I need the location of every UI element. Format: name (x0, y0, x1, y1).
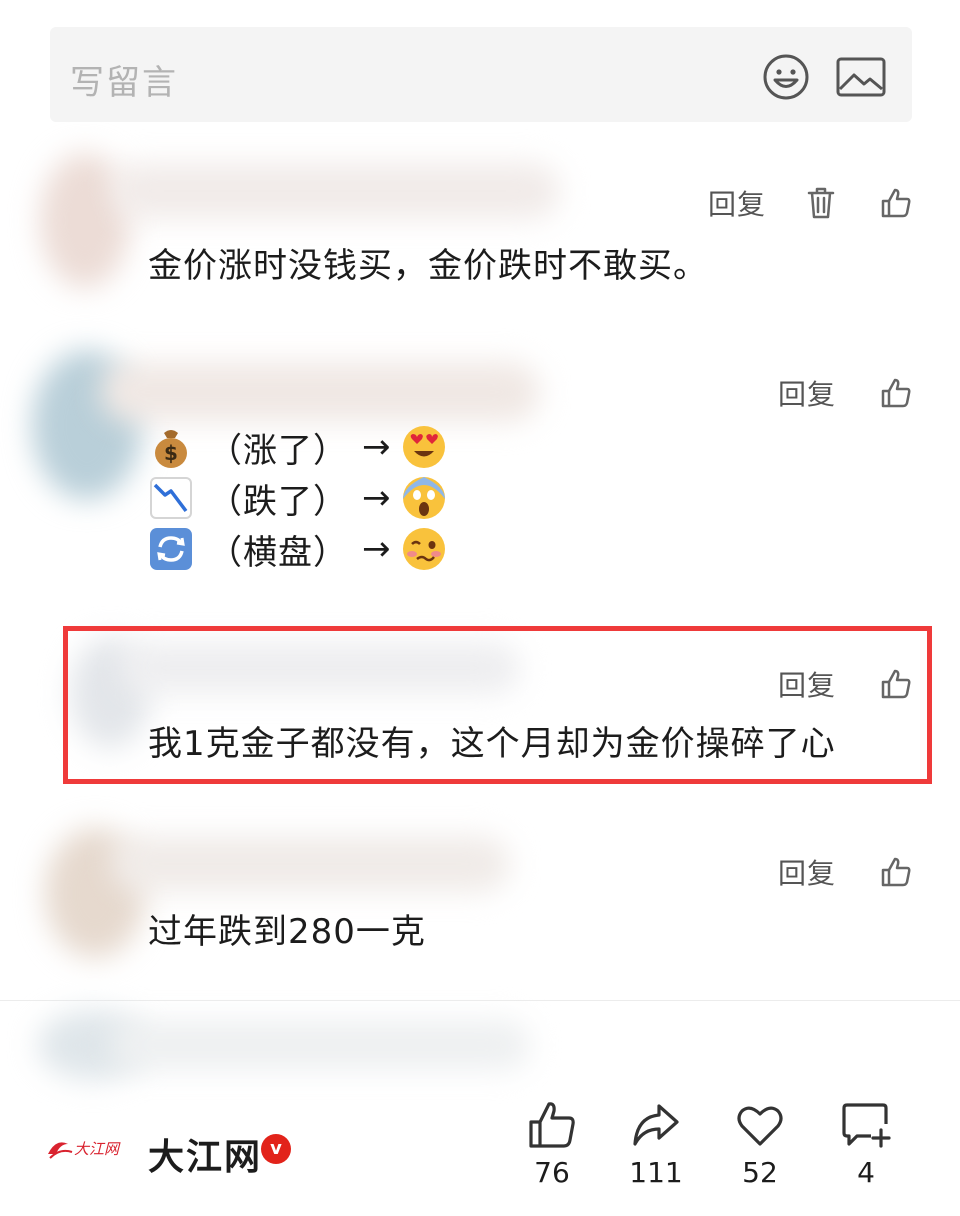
arrow: → (362, 478, 391, 518)
share-action[interactable]: 111 (616, 1090, 696, 1189)
share-count: 111 (629, 1156, 683, 1189)
arrows-refresh-icon (150, 528, 192, 570)
comment-input[interactable]: 写留言 (50, 27, 912, 122)
woozy-face-icon (402, 528, 445, 570)
divider (0, 1000, 960, 1001)
comment-text: 金价涨时没钱买，金价跌时不敢买。 (148, 246, 708, 286)
brand-logo-text: 大江网 (74, 1140, 121, 1158)
favorite-count: 52 (742, 1156, 778, 1189)
like-count: 76 (534, 1156, 570, 1189)
comment-add-icon[interactable] (841, 1100, 891, 1150)
thumbs-up-icon[interactable] (527, 1100, 577, 1150)
trash-icon[interactable] (806, 186, 836, 220)
highlight-box (63, 626, 932, 784)
emoji-line-text: （跌了） (208, 481, 348, 522)
thumbs-up-icon[interactable] (880, 187, 912, 219)
smiley-icon[interactable] (762, 53, 810, 101)
chart-decreasing-icon (150, 477, 192, 519)
heart-icon[interactable] (735, 1100, 785, 1150)
reply-button[interactable]: 回复 (778, 852, 836, 892)
brand-logo[interactable]: 大江网 (46, 1134, 130, 1162)
svg-text:$: $ (164, 441, 178, 465)
comment-count: 4 (857, 1156, 875, 1189)
arrow: → (362, 427, 391, 467)
brand-name[interactable]: 大江网 (148, 1128, 262, 1180)
username (110, 836, 510, 892)
emoji-line-text: （涨了） (208, 430, 348, 471)
emoji-line: （横盘） → (148, 524, 447, 574)
comment-text: 过年跌到280一克 (148, 912, 426, 952)
emoji-line: $ （涨了） → (148, 422, 447, 472)
comment-action[interactable]: 4 (826, 1090, 906, 1189)
verified-badge: v (261, 1134, 291, 1164)
comment-item: 回复 $ （涨了） → （跌了） → （横盘） → (0, 340, 960, 580)
username (100, 362, 540, 422)
emoji-line-text: （横盘） (208, 532, 348, 573)
screaming-face-icon (402, 477, 445, 519)
username (110, 1020, 530, 1070)
reply-button[interactable]: 回复 (708, 183, 766, 223)
comment-item: 回复 过年跌到280一克 (0, 822, 960, 972)
like-action[interactable]: 76 (512, 1090, 592, 1189)
money-bag-icon: $ (155, 430, 187, 468)
share-arrow-icon[interactable] (631, 1100, 681, 1150)
emoji-line: （跌了） → (148, 473, 447, 523)
thumbs-up-icon[interactable] (880, 856, 912, 888)
heart-eyes-icon (402, 426, 445, 468)
username (110, 163, 560, 219)
reply-button[interactable]: 回复 (778, 373, 836, 413)
comment-placeholder: 写留言 (70, 63, 178, 103)
image-icon[interactable] (836, 57, 886, 97)
favorite-action[interactable]: 52 (720, 1090, 800, 1189)
comment-item: 回复 金价涨时没钱买，金价跌时不敢买。 (0, 145, 960, 295)
footer-bar: 大江网 大江网 v 76 111 52 4 (0, 1090, 960, 1210)
thumbs-up-icon[interactable] (880, 377, 912, 409)
arrow: → (362, 529, 391, 569)
